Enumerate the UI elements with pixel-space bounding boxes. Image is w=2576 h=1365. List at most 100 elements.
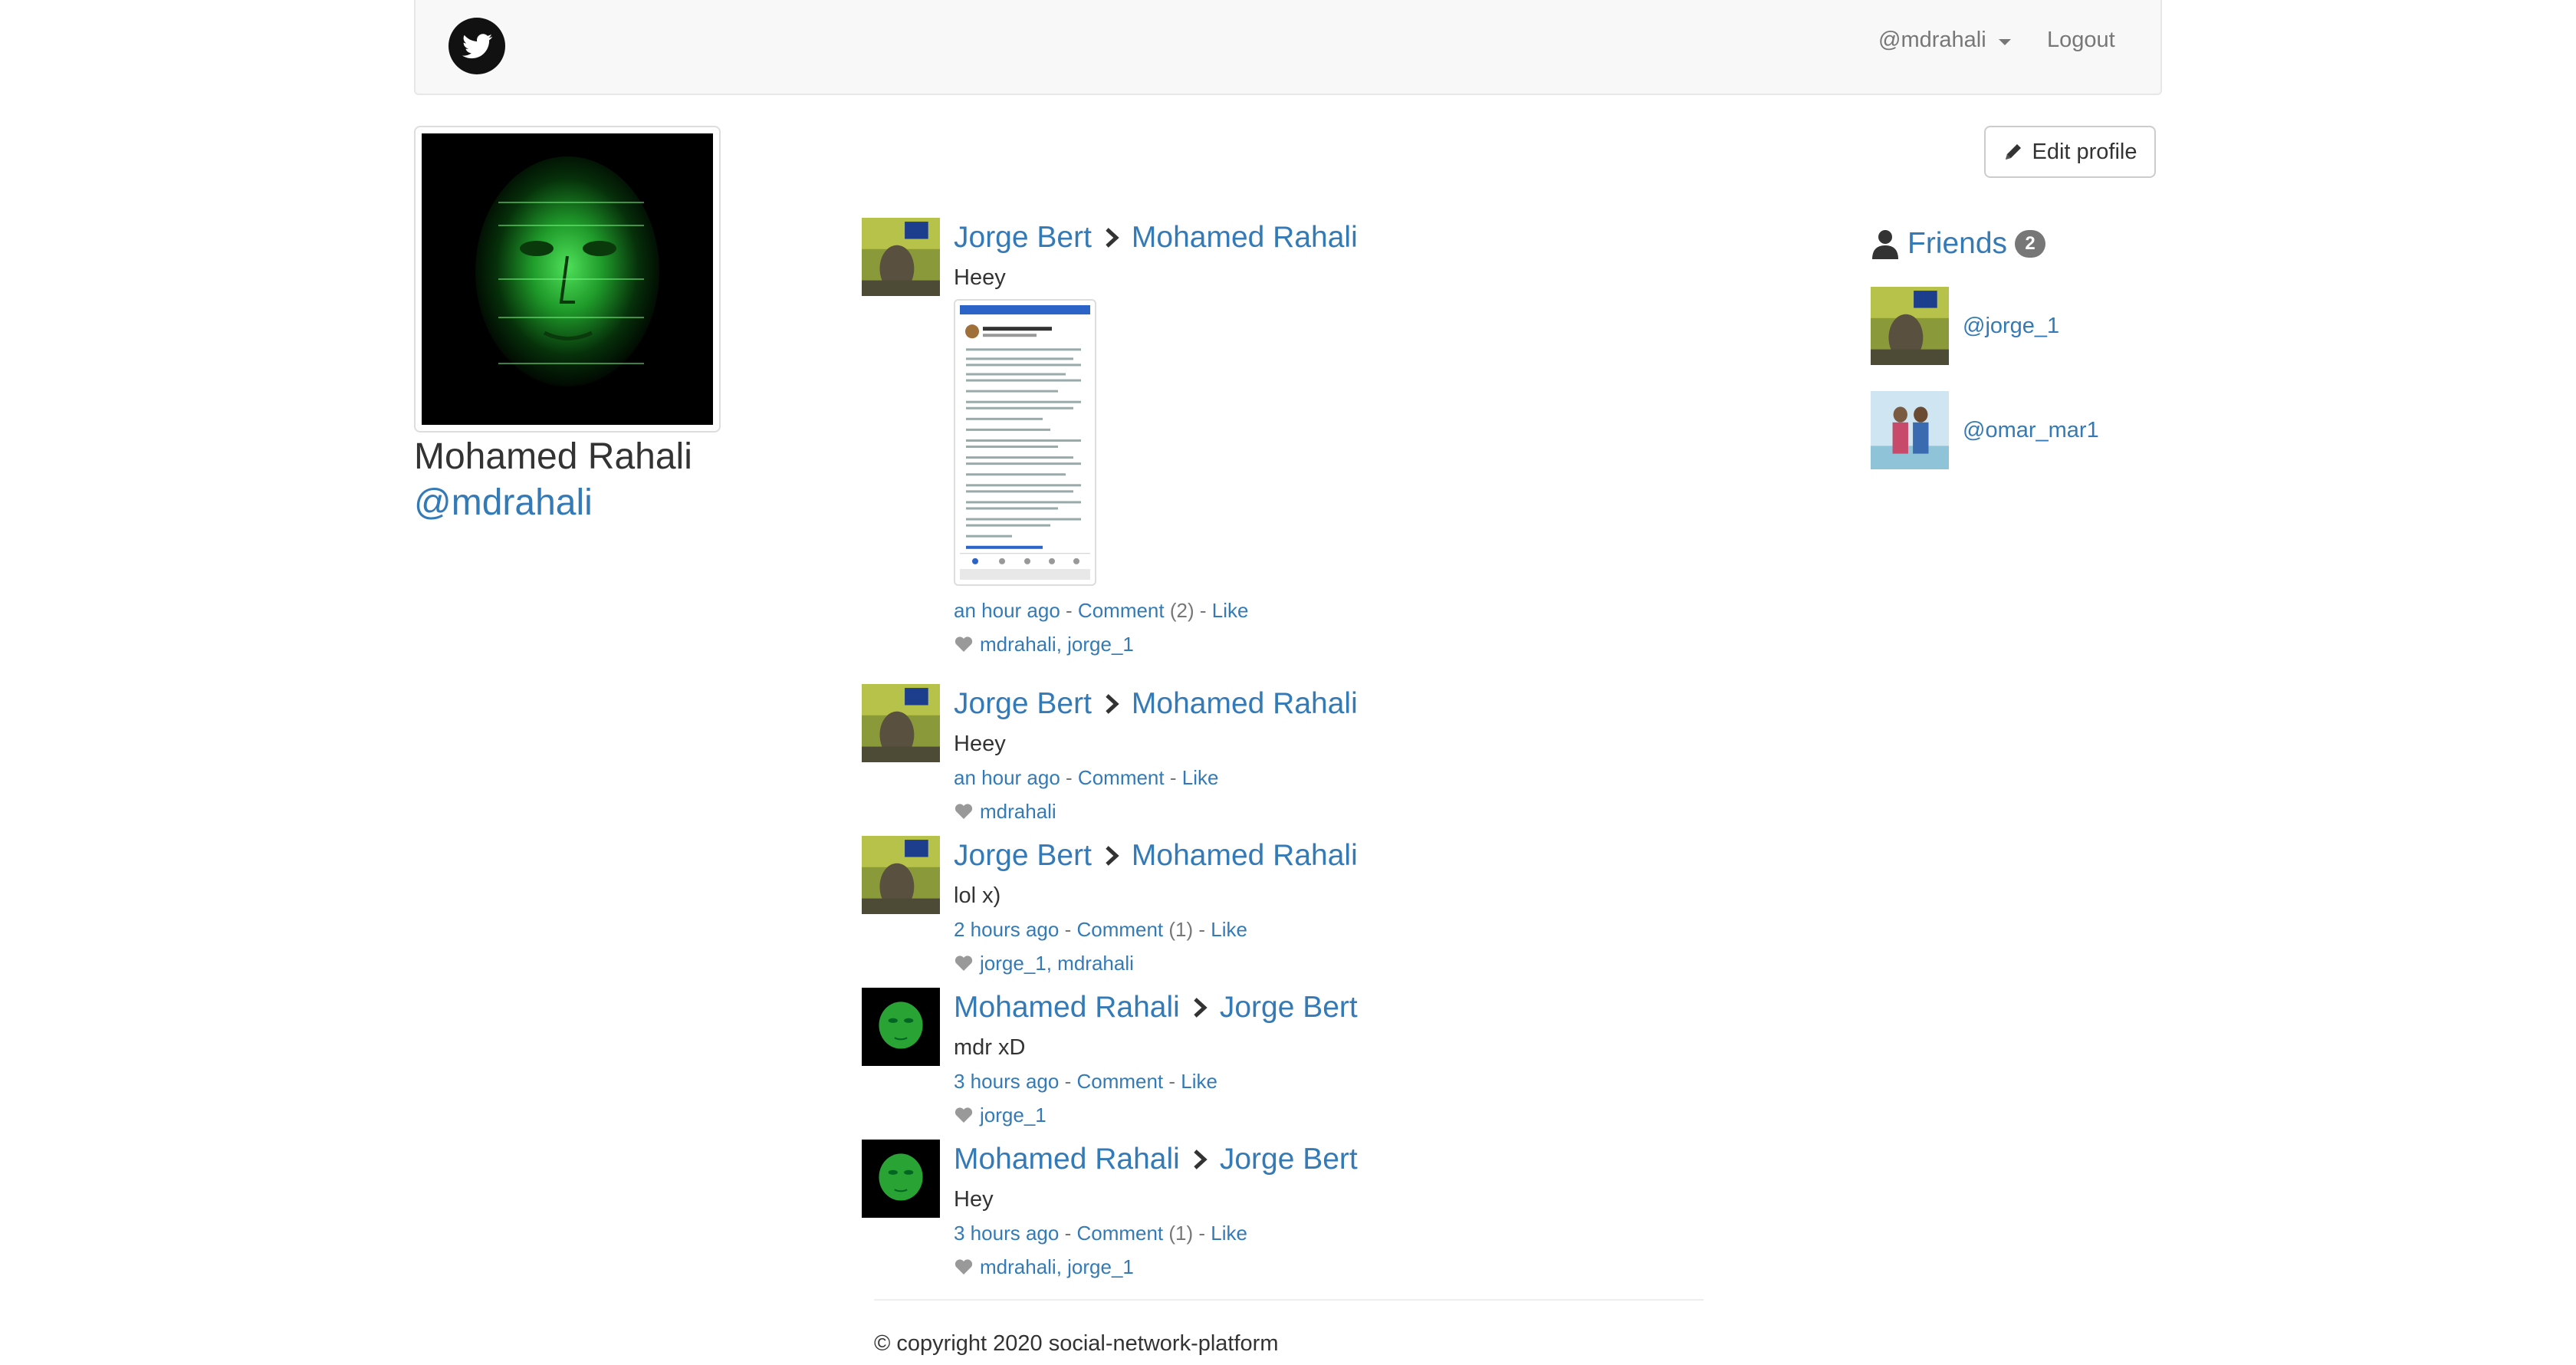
meta-separator: -: [1066, 766, 1078, 789]
post-text: Hey: [954, 1187, 994, 1212]
author-avatar[interactable]: [862, 218, 940, 296]
comment-link[interactable]: Comment: [1076, 1070, 1163, 1093]
meta-separator: -: [1064, 918, 1077, 941]
likes-list[interactable]: mdrahali, jorge_1: [980, 627, 1134, 661]
edit-profile-button[interactable]: Edit profile: [1984, 126, 2156, 178]
post-feed: Jorge Bert Mohamed Rahali Heey an hour a…: [862, 215, 1705, 1288]
post-meta: 3 hours ago - Comment - Like: [954, 1064, 1705, 1098]
author-avatar[interactable]: [862, 684, 940, 762]
post-text: Heey: [954, 265, 1006, 290]
chevron-right-icon: [1194, 1150, 1208, 1169]
meta-separator: -: [1169, 766, 1182, 789]
friends-panel: Friends 2 @jorge_1 @omar_mar1: [1871, 227, 2162, 469]
friends-header: Friends 2: [1871, 227, 2162, 261]
chevron-right-icon: [1106, 228, 1119, 248]
chevron-right-icon: [1106, 846, 1119, 866]
friend-handle-link[interactable]: @jorge_1: [1963, 314, 2059, 339]
post-likes: mdrahali: [954, 794, 1705, 828]
comment-link[interactable]: Comment: [1076, 1222, 1163, 1245]
chevron-right-icon: [1194, 998, 1208, 1018]
likes-list[interactable]: mdrahali: [980, 794, 1056, 828]
like-link[interactable]: Like: [1211, 1222, 1247, 1245]
logout-link[interactable]: Logout: [2047, 28, 2115, 53]
likes-list[interactable]: jorge_1, mdrahali: [980, 946, 1134, 980]
author-avatar[interactable]: [862, 836, 940, 914]
friend-avatar[interactable]: [1871, 287, 1949, 365]
comment-count: (2): [1169, 599, 1194, 622]
post-likes: jorge_1: [954, 1098, 1705, 1132]
post-attachment-image[interactable]: [954, 299, 1096, 586]
user-icon: [1872, 230, 1898, 259]
friends-link[interactable]: Friends: [1907, 227, 2007, 261]
caret-down-icon: [1998, 38, 2011, 45]
post-recipient-link[interactable]: Jorge Bert: [1220, 985, 1358, 1031]
post: Jorge Bert Mohamed Rahali Heey an hour a…: [862, 215, 1705, 681]
meta-separator: -: [1168, 1070, 1181, 1093]
post-meta: 2 hours ago - Comment (1) - Like: [954, 913, 1705, 946]
heart-icon: [955, 636, 973, 652]
post-likes: mdrahali, jorge_1: [954, 1250, 1705, 1284]
footer-copyright: © copyright 2020 social-network-platform: [874, 1331, 1279, 1356]
post-author-link[interactable]: Jorge Bert: [954, 681, 1092, 727]
post-recipient-link[interactable]: Jorge Bert: [1220, 1136, 1358, 1182]
meta-separator: -: [1198, 918, 1211, 941]
meta-separator: -: [1198, 1222, 1211, 1245]
post-likes: jorge_1, mdrahali: [954, 946, 1705, 980]
heart-icon: [955, 956, 973, 971]
post-author-link[interactable]: Jorge Bert: [954, 833, 1092, 879]
post-text: mdr xD: [954, 1035, 1026, 1060]
post: Jorge Bert Mohamed Rahali Heey an hour a…: [862, 681, 1705, 833]
profile-picture: [414, 126, 721, 433]
edit-profile-label: Edit profile: [2032, 139, 2137, 164]
post-author-link[interactable]: Mohamed Rahali: [954, 985, 1180, 1031]
heart-icon: [955, 1107, 973, 1123]
pencil-icon: [2006, 144, 2022, 160]
twitter-bird-icon[interactable]: [448, 17, 506, 75]
likes-list[interactable]: jorge_1: [980, 1098, 1046, 1132]
post-time-link[interactable]: 3 hours ago: [954, 1222, 1059, 1245]
post: Mohamed Rahali Jorge Bert Hey 3 hours ag…: [862, 1136, 1705, 1288]
profile-handle[interactable]: @mdrahali: [414, 482, 593, 524]
meta-separator: -: [1199, 599, 1212, 622]
comment-link[interactable]: Comment: [1076, 918, 1163, 941]
comment-count: (1): [1168, 918, 1194, 941]
friend-item[interactable]: @omar_mar1: [1871, 391, 2162, 469]
like-link[interactable]: Like: [1182, 766, 1219, 789]
post-recipient-link[interactable]: Mohamed Rahali: [1132, 215, 1358, 261]
user-menu-dropdown[interactable]: @mdrahali: [1878, 28, 2011, 53]
friend-handle-link[interactable]: @omar_mar1: [1963, 418, 2099, 443]
like-link[interactable]: Like: [1212, 599, 1249, 622]
meta-separator: -: [1064, 1070, 1077, 1093]
post-author-link[interactable]: Mohamed Rahali: [954, 1136, 1180, 1182]
author-avatar[interactable]: [862, 1140, 940, 1218]
post-recipient-link[interactable]: Mohamed Rahali: [1132, 833, 1358, 879]
post-text: Heey: [954, 732, 1006, 756]
meta-separator: -: [1066, 599, 1078, 622]
post-recipient-link[interactable]: Mohamed Rahali: [1132, 681, 1358, 727]
post-likes: mdrahali, jorge_1: [954, 627, 1705, 661]
post-text: lol x): [954, 883, 1001, 908]
post-author-link[interactable]: Jorge Bert: [954, 215, 1092, 261]
footer-divider: [874, 1299, 1704, 1301]
chevron-right-icon: [1106, 694, 1119, 714]
post-time-link[interactable]: 2 hours ago: [954, 918, 1059, 941]
friend-item[interactable]: @jorge_1: [1871, 287, 2162, 365]
profile-name: Mohamed Rahali: [414, 436, 692, 477]
post-meta: 3 hours ago - Comment (1) - Like: [954, 1216, 1705, 1250]
friends-count-badge: 2: [2015, 230, 2046, 258]
author-avatar[interactable]: [862, 988, 940, 1066]
post: Jorge Bert Mohamed Rahali lol x) 2 hours…: [862, 833, 1705, 985]
comment-link[interactable]: Comment: [1078, 766, 1165, 789]
like-link[interactable]: Like: [1181, 1070, 1217, 1093]
comment-link[interactable]: Comment: [1078, 599, 1165, 622]
post-time-link[interactable]: 3 hours ago: [954, 1070, 1059, 1093]
meta-separator: -: [1064, 1222, 1077, 1245]
post-time-link[interactable]: an hour ago: [954, 766, 1060, 789]
user-menu-label: @mdrahali: [1878, 28, 1986, 52]
friend-avatar[interactable]: [1871, 391, 1949, 469]
likes-list[interactable]: mdrahali, jorge_1: [980, 1250, 1134, 1284]
like-link[interactable]: Like: [1211, 918, 1247, 941]
heart-icon: [955, 1259, 973, 1275]
post-meta: an hour ago - Comment - Like: [954, 761, 1705, 794]
post-time-link[interactable]: an hour ago: [954, 599, 1060, 622]
